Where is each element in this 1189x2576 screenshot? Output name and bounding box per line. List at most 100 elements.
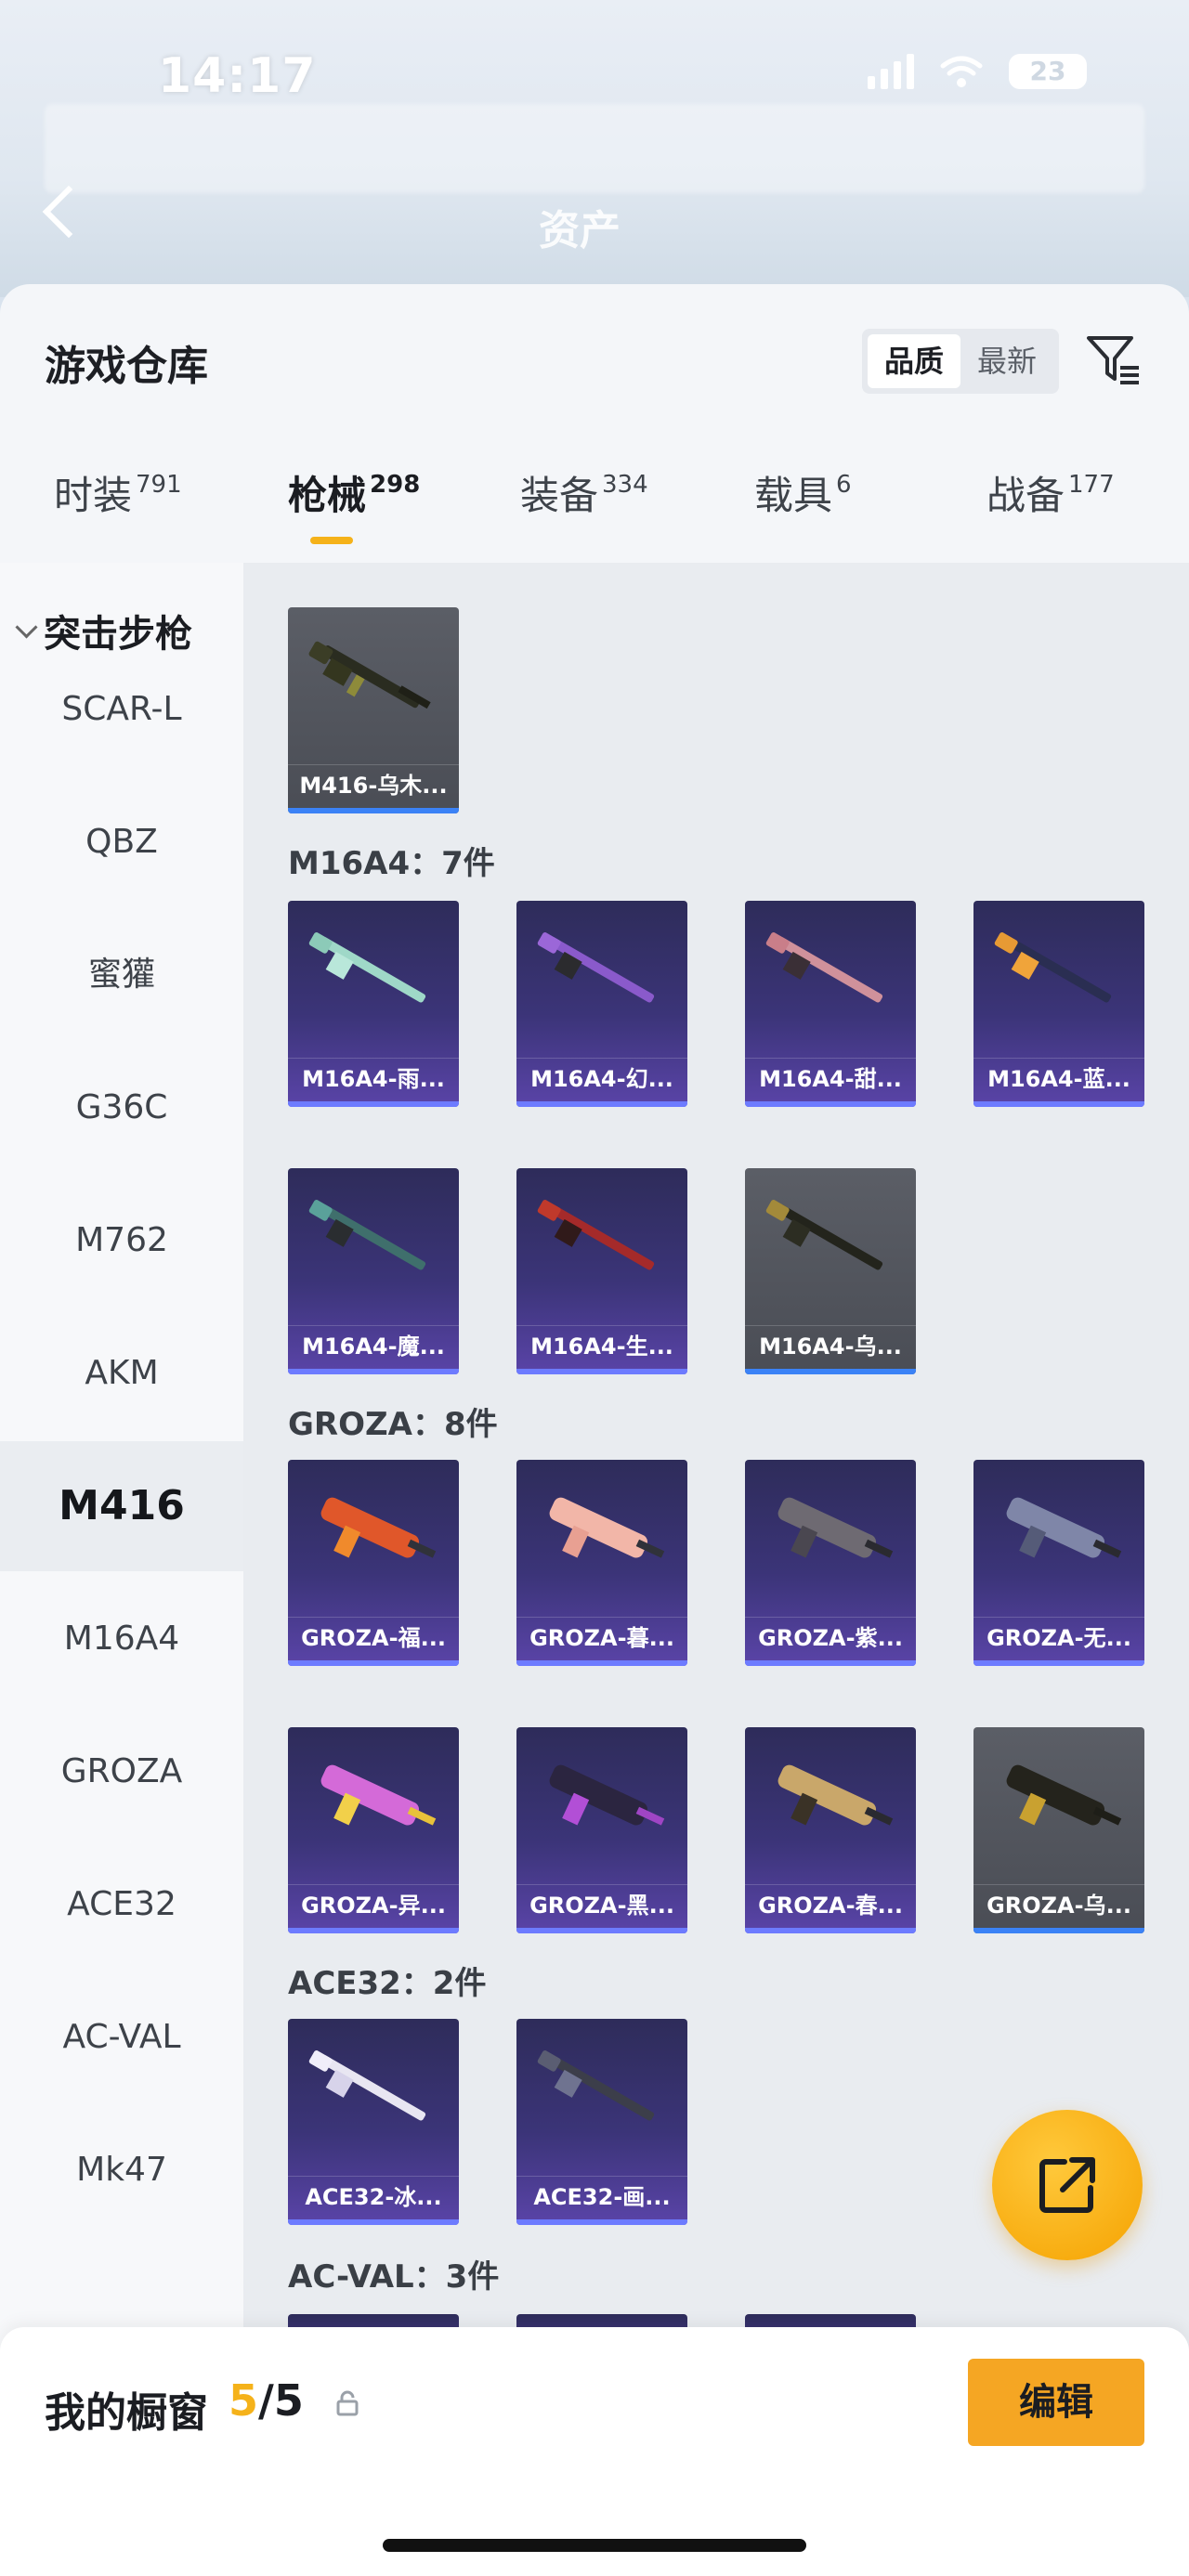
rarity-bar — [516, 1928, 687, 1933]
tab-outfits[interactable]: 时装 791 — [54, 464, 182, 521]
rarity-bar — [288, 2219, 459, 2225]
sidebar-item-ac-val[interactable]: AC-VAL — [0, 1972, 243, 2102]
rarity-bar — [745, 1660, 916, 1666]
weapon-name: M16A4-幻... — [516, 1058, 687, 1099]
weapon-name: GROZA-暮... — [516, 1617, 687, 1659]
weapon-sidebar: 突击步枪 SCAR-L QBZ 蜜獾 G36C M762 AKM M416 M1… — [0, 563, 243, 2559]
sidebar-item-mk47[interactable]: Mk47 — [0, 2105, 243, 2235]
share-button[interactable] — [992, 2110, 1143, 2260]
weapon-card[interactable]: GROZA-乌... — [973, 1727, 1144, 1933]
sidebar-item-m416[interactable]: M416 — [0, 1441, 243, 1571]
sidebar-item-honey-badger[interactable]: 蜜獾 — [0, 910, 243, 1040]
sidebar-item-groza[interactable]: GROZA — [0, 1707, 243, 1837]
weapon-name: GROZA-春... — [745, 1884, 916, 1926]
tab-supplies[interactable]: 战备 177 — [986, 464, 1115, 521]
rifle-icon — [308, 2050, 426, 2121]
weapon-card[interactable]: ACE32-画... — [516, 2019, 687, 2225]
background-page-title: 资产 — [539, 207, 621, 254]
rarity-bar — [745, 1369, 916, 1374]
rarity-bar — [288, 1928, 459, 1933]
weapon-card[interactable]: GROZA-春... — [745, 1727, 916, 1933]
rifle-icon — [765, 932, 883, 1003]
rarity-bar — [745, 1928, 916, 1933]
weapon-card[interactable]: ACE32-冰... — [288, 2019, 459, 2225]
rarity-bar — [973, 1101, 1144, 1107]
weapon-name: M16A4-甜... — [745, 1058, 916, 1099]
weapon-card[interactable]: M16A4-雨... — [288, 901, 459, 1107]
cellular-signal-icon — [868, 54, 914, 89]
weapon-card[interactable]: GROZA-暮... — [516, 1460, 687, 1666]
weapon-card[interactable]: M16A4-生... — [516, 1168, 687, 1374]
rarity-bar — [516, 2219, 687, 2225]
tab-firearms[interactable]: 枪械 298 — [288, 464, 420, 521]
category-tabs: 时装 791 枪械 298 装备 334 载具 6 战备 177 — [0, 464, 1189, 566]
rifle-icon — [320, 1764, 437, 1826]
weapon-name: M16A4-蓝... — [973, 1058, 1144, 1099]
rifle-icon — [994, 932, 1112, 1003]
weapon-name: M16A4-魔... — [288, 1325, 459, 1367]
background-header: 14:17 23 资产 — [0, 0, 1189, 297]
sidebar-item-ace32[interactable]: ACE32 — [0, 1840, 243, 1970]
edit-button[interactable]: 编辑 — [968, 2359, 1144, 2446]
rifle-icon — [537, 2050, 655, 2121]
rifle-icon — [308, 641, 431, 709]
rifle-icon — [765, 1200, 883, 1270]
rifle-icon — [549, 1764, 665, 1826]
rarity-bar — [288, 808, 459, 813]
lock-icon — [336, 2390, 359, 2416]
weapon-card[interactable]: M16A4-魔... — [288, 1168, 459, 1374]
chevron-down-icon — [15, 615, 38, 639]
sidebar-item-akm[interactable]: AKM — [0, 1308, 243, 1438]
rifle-icon — [777, 1764, 894, 1826]
weapon-card[interactable]: M16A4-蓝... — [973, 901, 1144, 1107]
weapon-name: ACE32-画... — [516, 2176, 687, 2218]
sidebar-item-qbz[interactable]: QBZ — [0, 777, 243, 907]
rifle-icon — [308, 1200, 426, 1270]
weapon-name: M16A4-雨... — [288, 1058, 459, 1099]
status-time: 14:17 — [158, 48, 317, 104]
sidebar-item-m16a4[interactable]: M16A4 — [0, 1574, 243, 1704]
tab-equipment[interactable]: 装备 334 — [520, 464, 648, 521]
tab-vehicles[interactable]: 载具 6 — [754, 464, 852, 521]
group-title-groza: GROZA：8件 — [288, 1406, 498, 1443]
sidebar-item-g36c[interactable]: G36C — [0, 1043, 243, 1173]
weapon-name: M16A4-乌... — [745, 1325, 916, 1367]
rarity-bar — [516, 1660, 687, 1666]
weapon-card[interactable]: M16A4-乌... — [745, 1168, 916, 1374]
weapon-card[interactable]: GROZA-黑... — [516, 1727, 687, 1933]
rifle-icon — [777, 1497, 894, 1558]
weapon-name: GROZA-无... — [973, 1617, 1144, 1659]
sort-quality-option[interactable]: 品质 — [868, 334, 960, 388]
battery-indicator: 23 — [1009, 54, 1087, 89]
rifle-icon — [537, 932, 655, 1003]
sidebar-item-scar-l[interactable]: SCAR-L — [0, 644, 243, 774]
blurred-toolbar — [45, 104, 1144, 193]
weapon-name: GROZA-福... — [288, 1617, 459, 1659]
filter-icon[interactable] — [1083, 331, 1143, 390]
weapon-name: GROZA-紫... — [745, 1617, 916, 1659]
rifle-icon — [1006, 1764, 1122, 1826]
back-arrow-icon[interactable] — [42, 185, 96, 239]
showcase-count: 5/5 — [229, 2375, 304, 2426]
rarity-bar — [745, 1101, 916, 1107]
weapon-card[interactable]: GROZA-紫... — [745, 1460, 916, 1666]
sheet-title: 游戏仓库 — [45, 343, 208, 390]
rifle-icon — [320, 1497, 437, 1558]
weapon-name: M416-乌木... — [288, 764, 459, 806]
active-tab-indicator — [310, 537, 353, 544]
weapon-card[interactable]: M16A4-甜... — [745, 901, 916, 1107]
weapon-card[interactable]: M16A4-幻... — [516, 901, 687, 1107]
wifi-icon — [940, 56, 983, 87]
weapon-card[interactable]: GROZA-异... — [288, 1727, 459, 1933]
sidebar-item-m762[interactable]: M762 — [0, 1176, 243, 1306]
group-title-ac-val: AC-VAL：3件 — [288, 2258, 500, 2296]
sort-newest-option[interactable]: 最新 — [960, 334, 1053, 388]
weapon-name: M16A4-生... — [516, 1325, 687, 1367]
weapon-card[interactable]: GROZA-无... — [973, 1460, 1144, 1666]
rarity-bar — [288, 1101, 459, 1107]
weapon-card[interactable]: M416-乌木... — [288, 607, 459, 813]
weapon-card[interactable]: GROZA-福... — [288, 1460, 459, 1666]
rarity-bar — [973, 1660, 1144, 1666]
group-title-m16a4: M16A4：7件 — [288, 845, 495, 882]
home-indicator[interactable] — [383, 2539, 806, 2552]
